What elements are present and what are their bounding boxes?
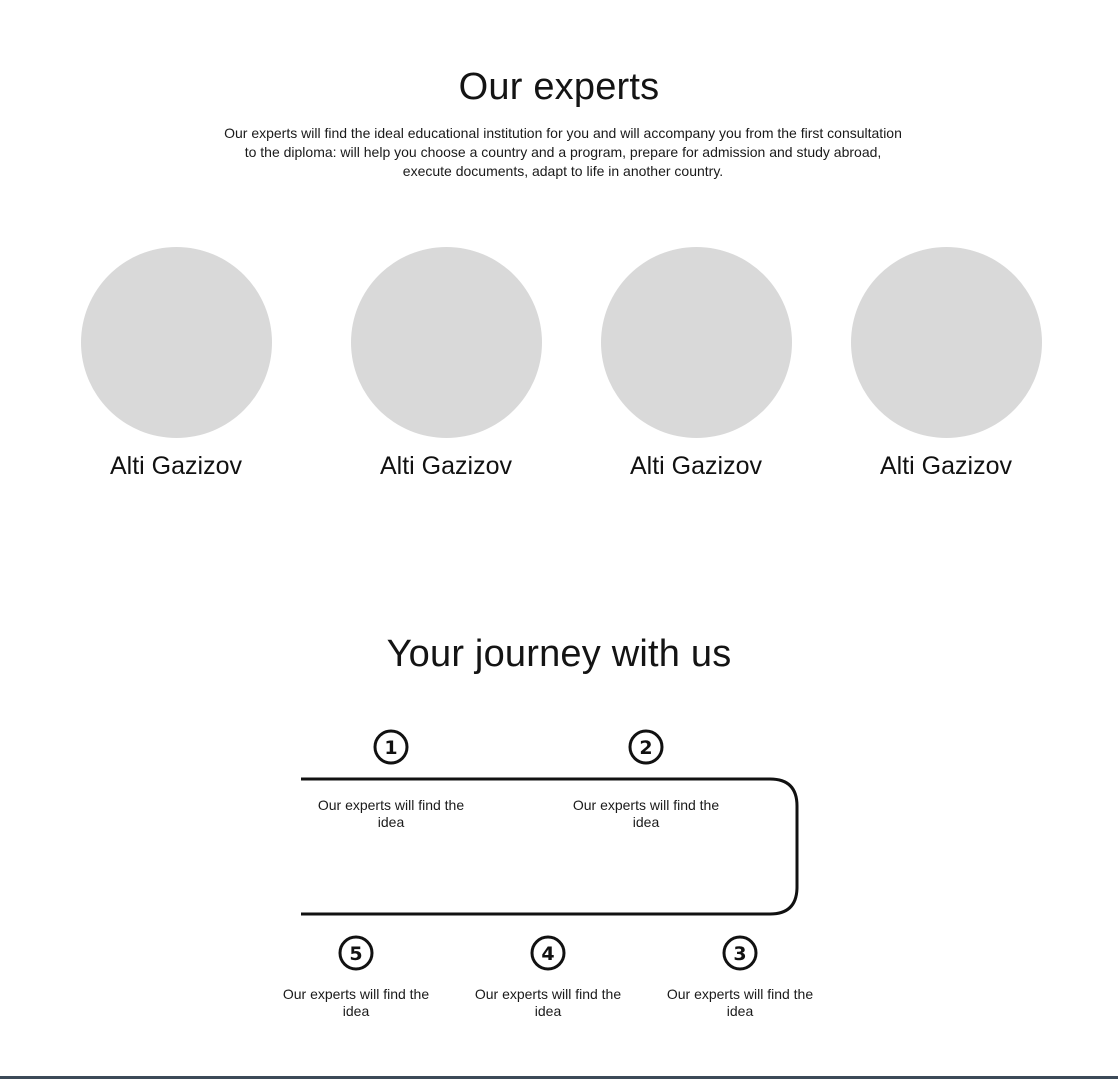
step-text-line: Our experts will find the xyxy=(282,986,430,1002)
step-number-icon: 4 xyxy=(530,935,566,971)
step-text-line: Our experts will find the xyxy=(572,797,720,813)
step-number-icon: 5 xyxy=(338,935,374,971)
step-text-line: Our experts will find the xyxy=(317,797,465,813)
step-number: 5 xyxy=(349,943,362,965)
step-text: Our experts will find the idea xyxy=(296,797,486,831)
step-text-line: idea xyxy=(632,814,660,830)
step-number: 3 xyxy=(733,943,746,965)
step-number-icon: 1 xyxy=(373,729,409,765)
step-text-line: idea xyxy=(534,1003,562,1019)
step-number: 1 xyxy=(384,737,397,759)
step-number-icon: 3 xyxy=(722,935,758,971)
journey-track xyxy=(301,777,799,916)
step-text-line: idea xyxy=(377,814,405,830)
step-text-line: Our experts will find the xyxy=(474,986,622,1002)
step-text: Our experts will find the idea xyxy=(453,986,643,1020)
step-number: 4 xyxy=(541,943,554,965)
step-text: Our experts will find the idea xyxy=(261,986,451,1020)
step-text-line: idea xyxy=(726,1003,754,1019)
step-number-icon: 2 xyxy=(628,729,664,765)
step-text: Our experts will find the idea xyxy=(645,986,835,1020)
step-text: Our experts will find the idea xyxy=(551,797,741,831)
step-text-line: Our experts will find the xyxy=(666,986,814,1002)
step-number: 2 xyxy=(639,737,652,759)
step-text-line: idea xyxy=(342,1003,370,1019)
